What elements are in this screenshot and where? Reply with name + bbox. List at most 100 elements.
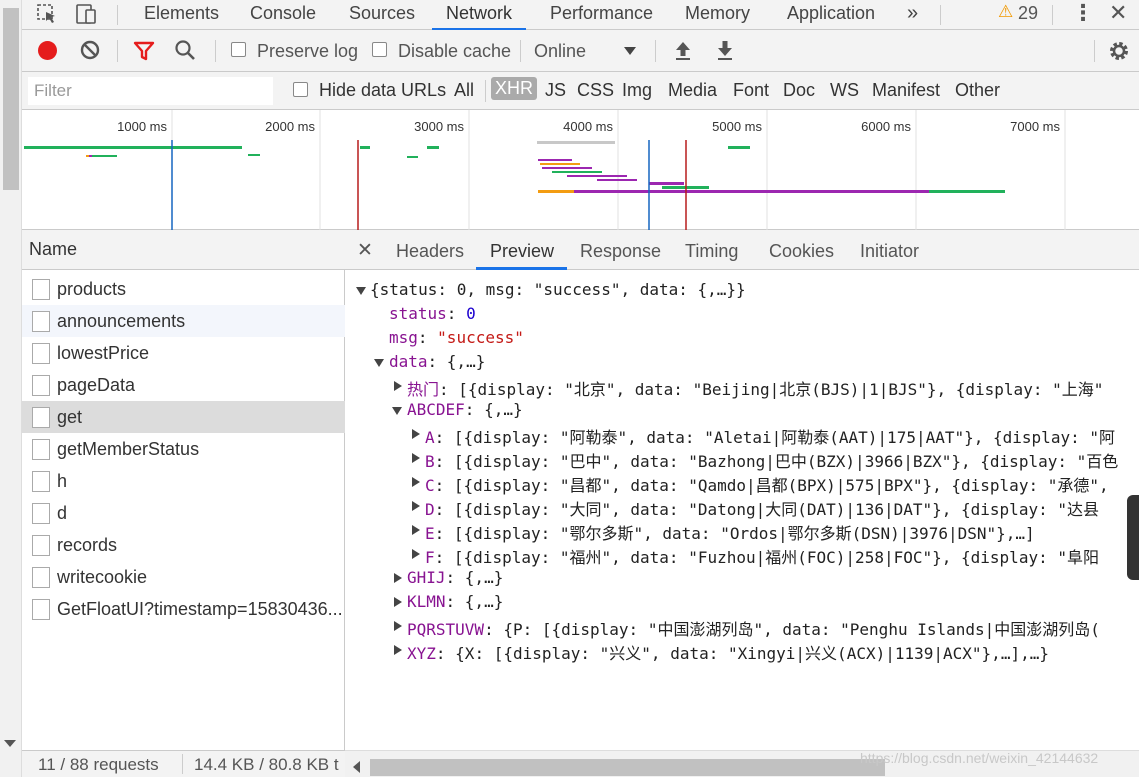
close-detail-icon[interactable]: ✕ — [357, 239, 373, 262]
request-row[interactable]: getMemberStatus — [22, 433, 345, 465]
chevron-down-icon[interactable] — [624, 47, 636, 55]
collapse-triangle-icon[interactable] — [356, 287, 366, 295]
hide-data-urls-checkbox[interactable] — [293, 82, 308, 97]
inspect-element-icon[interactable] — [36, 3, 58, 31]
tab-timing[interactable]: Timing — [685, 241, 738, 262]
filter-type-all[interactable]: All — [454, 80, 474, 101]
tab-console[interactable]: Console — [250, 0, 316, 30]
request-row[interactable]: records — [22, 529, 345, 561]
import-har-icon[interactable] — [673, 39, 693, 66]
kebab-menu-icon[interactable]: ⋮ — [1072, 0, 1094, 26]
json-key-data[interactable]: data — [389, 352, 428, 371]
tab-memory[interactable]: Memory — [685, 0, 750, 30]
json-key-f[interactable]: F — [425, 548, 435, 567]
json-key-pqrstuvw[interactable]: PQRSTUVW — [407, 620, 484, 639]
filter-type-xhr[interactable]: XHR — [491, 77, 538, 100]
json-key-c[interactable]: C — [425, 476, 435, 495]
request-row[interactable]: get — [22, 401, 345, 433]
request-row[interactable]: pageData — [22, 369, 345, 401]
tab-elements[interactable]: Elements — [144, 0, 219, 30]
filter-input[interactable] — [28, 77, 273, 105]
tab-cookies[interactable]: Cookies — [769, 241, 834, 262]
collapse-triangle-icon[interactable] — [374, 359, 384, 367]
hide-data-urls-label[interactable]: Hide data URLs — [319, 80, 446, 101]
request-row[interactable]: h — [22, 465, 345, 497]
expand-triangle-icon[interactable] — [412, 453, 420, 463]
timeline-request-bar — [407, 156, 418, 158]
expand-triangle-icon[interactable] — [394, 597, 402, 607]
tab-network[interactable]: Network — [432, 0, 527, 30]
collapse-triangle-icon[interactable] — [392, 407, 402, 415]
floating-side-widget[interactable] — [1127, 495, 1139, 580]
page-scrollbar[interactable] — [0, 0, 22, 777]
tab-headers[interactable]: Headers — [396, 241, 464, 262]
json-key-d[interactable]: D — [425, 500, 435, 519]
filter-type-media[interactable]: Media — [668, 80, 717, 101]
request-row[interactable]: writecookie — [22, 561, 345, 593]
close-icon[interactable]: ✕ — [1109, 0, 1127, 26]
json-root-summary[interactable]: {status: 0, msg: "success", data: {,…}} — [370, 280, 746, 299]
tab-initiator[interactable]: Initiator — [860, 241, 919, 262]
request-row[interactable]: announcements — [22, 305, 345, 337]
expand-triangle-icon[interactable] — [412, 501, 420, 511]
json-key-ghij[interactable]: GHIJ — [407, 568, 446, 587]
record-icon[interactable] — [38, 41, 57, 60]
expand-triangle-icon[interactable] — [394, 381, 402, 391]
warnings-count[interactable]: 29 — [1018, 0, 1038, 30]
expand-triangle-icon[interactable] — [412, 477, 420, 487]
timeline-canvas[interactable]: 1000 ms 2000 ms 3000 ms 4000 ms 5000 ms 6000 … — [22, 110, 1139, 230]
request-row[interactable]: lowestPrice — [22, 337, 345, 369]
preserve-log-label[interactable]: Preserve log — [257, 41, 358, 62]
tab-performance[interactable]: Performance — [550, 0, 653, 30]
timeline-overview[interactable]: 1000 ms 2000 ms 3000 ms 4000 ms 5000 ms 6000 … — [22, 110, 1139, 230]
filter-icon[interactable] — [133, 40, 155, 67]
throttling-select[interactable]: Online — [534, 41, 586, 62]
search-icon[interactable] — [174, 39, 196, 66]
horizontal-scrollbar-thumb[interactable] — [370, 759, 885, 776]
filter-type-css[interactable]: CSS — [577, 80, 614, 101]
expand-triangle-icon[interactable] — [412, 429, 420, 439]
expand-triangle-icon[interactable] — [412, 549, 420, 559]
gear-icon[interactable] — [1107, 39, 1131, 68]
expand-triangle-icon[interactable] — [412, 525, 420, 535]
request-row[interactable]: d — [22, 497, 345, 529]
json-key-xyz[interactable]: XYZ — [407, 644, 436, 663]
filter-type-js[interactable]: JS — [545, 80, 566, 101]
warning-icon[interactable]: ⚠ — [998, 2, 1013, 22]
request-row[interactable]: products — [22, 273, 345, 305]
more-tabs-button[interactable]: » — [907, 0, 918, 30]
expand-triangle-icon[interactable] — [394, 645, 402, 655]
expand-triangle-icon[interactable] — [394, 621, 402, 631]
disable-cache-label[interactable]: Disable cache — [398, 41, 511, 62]
scroll-down-arrow-icon[interactable] — [4, 740, 16, 747]
json-key-klmn[interactable]: KLMN — [407, 592, 446, 611]
page-scrollbar-thumb[interactable] — [3, 8, 19, 190]
json-value-remen: [{display: "北京", data: "Beijing|北京(BJS)|… — [458, 380, 1104, 399]
tab-preview[interactable]: Preview — [490, 241, 554, 262]
filter-type-other[interactable]: Other — [955, 80, 1000, 101]
scroll-left-arrow-icon[interactable] — [353, 761, 360, 773]
filter-type-manifest[interactable]: Manifest — [872, 80, 940, 101]
clear-icon[interactable] — [79, 39, 101, 66]
name-column-header[interactable]: Name — [22, 230, 345, 270]
preserve-log-checkbox[interactable] — [231, 42, 246, 57]
json-key-remen[interactable]: 热门 — [407, 380, 439, 399]
tab-sources[interactable]: Sources — [349, 0, 415, 30]
tab-response[interactable]: Response — [580, 241, 661, 262]
filter-type-doc[interactable]: Doc — [783, 80, 815, 101]
json-key-b[interactable]: B — [425, 452, 435, 471]
tab-application[interactable]: Application — [787, 0, 875, 30]
json-key-abcdef[interactable]: ABCDEF — [407, 400, 465, 419]
disable-cache-checkbox[interactable] — [372, 42, 387, 57]
file-icon — [32, 567, 50, 588]
device-toolbar-icon[interactable] — [74, 3, 98, 31]
filter-type-img[interactable]: Img — [622, 80, 652, 101]
expand-triangle-icon[interactable] — [394, 573, 402, 583]
json-key-e[interactable]: E — [425, 524, 435, 543]
request-row[interactable]: GetFloatUI?timestamp=15830436... — [22, 593, 345, 625]
timeline-request-bar — [929, 190, 1005, 193]
json-key-a[interactable]: A — [425, 428, 435, 447]
filter-type-ws[interactable]: WS — [830, 80, 859, 101]
filter-type-font[interactable]: Font — [733, 80, 769, 101]
export-har-icon[interactable] — [715, 39, 735, 66]
